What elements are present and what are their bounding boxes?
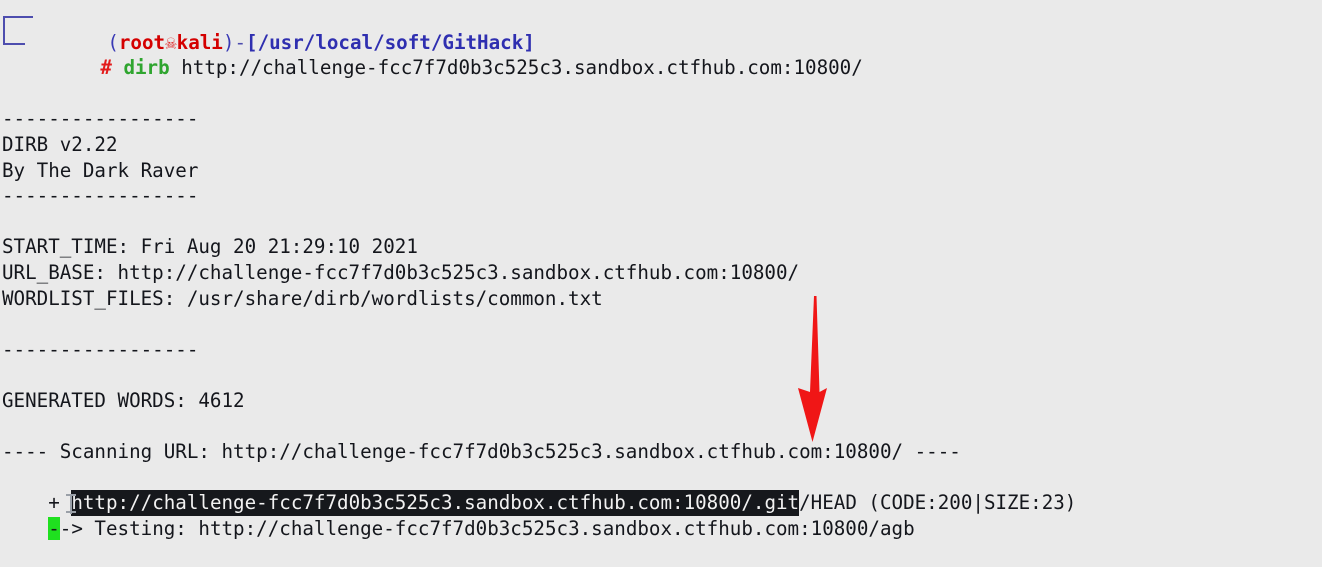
found-suffix: /HEAD (CODE:200|SIZE:23) — [799, 491, 1077, 515]
output-blank-line — [0, 414, 1322, 440]
output-line: ----------------- — [2, 107, 199, 131]
prompt-line-1: (root☠kali)-[/usr/local/soft/GitHack] — [0, 4, 1322, 54]
prompt-box-vertical-icon — [3, 16, 5, 45]
prompt-host: kali — [176, 30, 223, 54]
output-line: DIRB v2.22 — [2, 132, 118, 156]
prompt-box-bottom-icon — [3, 43, 25, 45]
output-blank-line — [0, 209, 1322, 235]
command-arguments: http://challenge-fcc7f7d0b3c525c3.sandbo… — [181, 56, 863, 80]
output-blank-line — [0, 311, 1322, 337]
output-line-start-time: START_TIME: Fri Aug 20 21:29:10 2021 — [2, 235, 418, 259]
output-line-scanning-url: ---- Scanning URL: http://challenge-fcc7… — [2, 440, 961, 464]
prompt-path-close: ] — [523, 30, 535, 54]
prompt-dash: - — [234, 30, 246, 54]
shell-prompt-block: (root☠kali)-[/usr/local/soft/GitHack] # … — [0, 4, 1322, 79]
prompt-hash-symbol: # — [100, 56, 112, 80]
output-line-url-base: URL_BASE: http://challenge-fcc7f7d0b3c52… — [2, 260, 800, 284]
prompt-path-open: [ — [246, 30, 258, 54]
prompt-open-paren: ( — [107, 30, 119, 54]
output-blank-line — [0, 81, 1322, 107]
terminal-window[interactable]: (root☠kali)-[/usr/local/soft/GitHack] # … — [0, 0, 1322, 540]
prompt-user: root — [118, 30, 166, 54]
output-line: ----------------- — [2, 337, 199, 361]
skull-icon: ☠ — [165, 30, 177, 54]
output-line: By The Dark Raver — [2, 158, 199, 182]
output-blank-line — [0, 362, 1322, 388]
output-line-wordlist-files: WORDLIST_FILES: /usr/share/dirb/wordlist… — [2, 286, 603, 310]
selected-url-text[interactable]: http://challenge-fcc7f7d0b3c525c3.sandbo… — [71, 490, 800, 517]
output-line: ----------------- — [2, 184, 199, 208]
output-line-found-result[interactable]: + http://challenge-fcc7f7d0b3c525c3.sand… — [0, 465, 1322, 517]
prompt-close-paren: ) — [222, 30, 235, 54]
prompt-working-directory: /usr/local/soft/GitHack — [257, 30, 524, 54]
output-line-generated-words: GENERATED WORDS: 4612 — [2, 388, 245, 412]
block-cursor: - — [48, 516, 60, 540]
testing-text: -> Testing: http://challenge-fcc7f7d0b3c… — [59, 516, 915, 540]
prompt-box-top-icon — [3, 16, 33, 18]
command-name: dirb — [123, 56, 170, 80]
